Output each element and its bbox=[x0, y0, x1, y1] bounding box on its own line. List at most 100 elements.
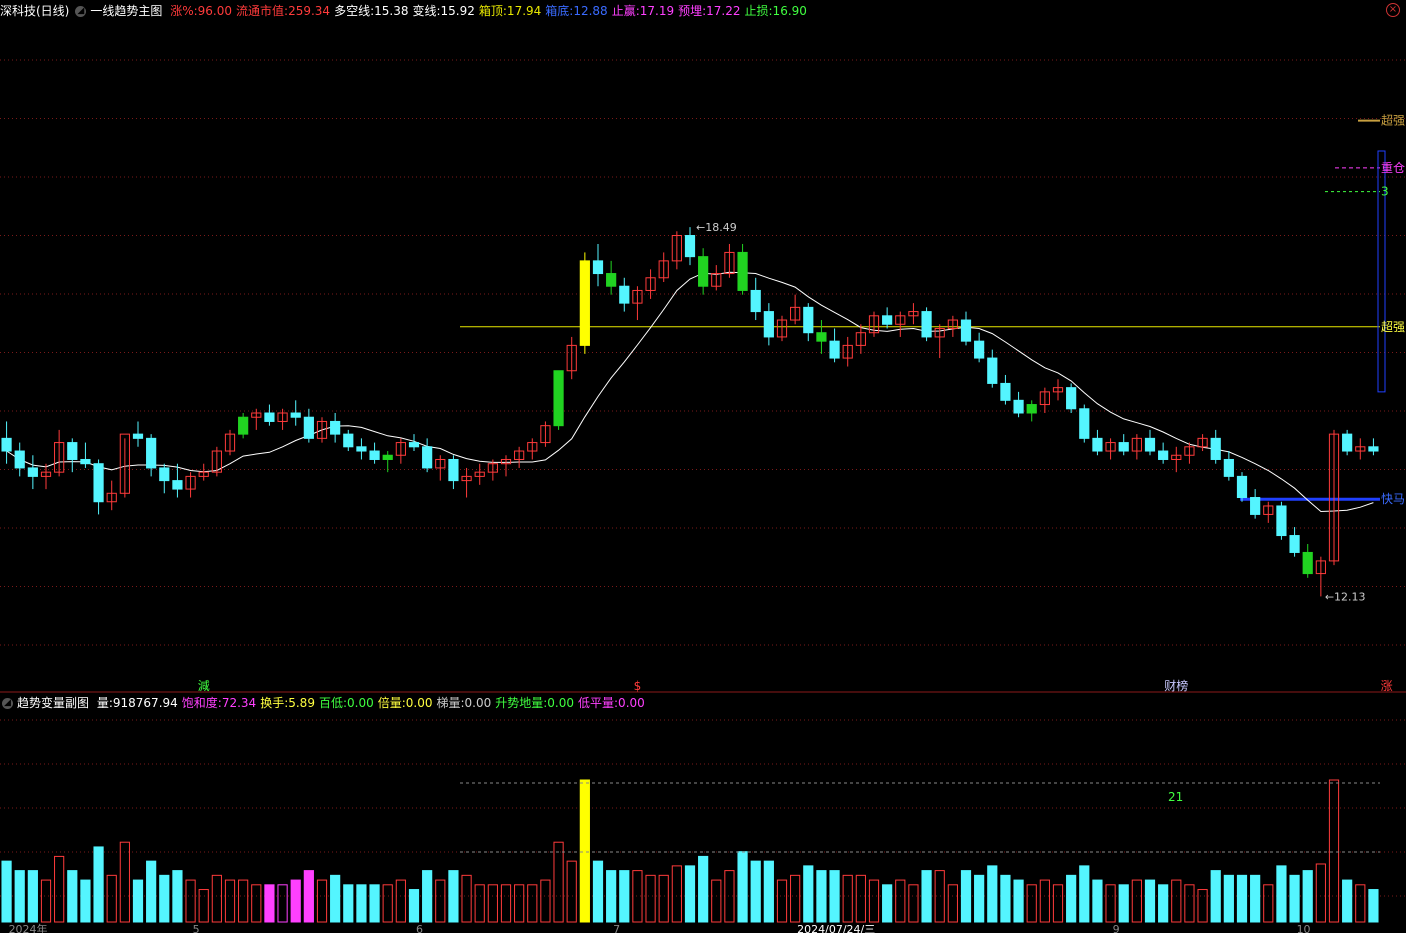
candle-body bbox=[290, 412, 301, 418]
volume-bar bbox=[185, 879, 196, 923]
sub-header-field: 饱和度:72.34 bbox=[181, 696, 257, 710]
candle-body bbox=[1092, 437, 1103, 452]
volume-bar bbox=[645, 874, 656, 923]
volume-bar bbox=[1315, 863, 1326, 923]
toggle-icon[interactable]: ◢ bbox=[2, 698, 13, 709]
high-price-label: ←18.49 bbox=[696, 221, 737, 234]
candle-body bbox=[172, 480, 183, 490]
volume-bar bbox=[343, 884, 354, 923]
candle-body bbox=[1000, 382, 1011, 401]
main-header: 深科技(日线) ◢ 一线趋势主图 涨%:96.00 流通市值:259.34 多空线:15… bbox=[0, 2, 815, 20]
signal-tag: 減 bbox=[198, 678, 210, 693]
volume-bar bbox=[790, 874, 801, 923]
volume-bar bbox=[93, 846, 104, 923]
candle-body bbox=[1302, 551, 1313, 575]
low-price-label: ←12.13 bbox=[1325, 590, 1366, 603]
date-axis-label: 2024年 bbox=[9, 922, 48, 933]
candle-body bbox=[1250, 497, 1261, 515]
volume-bar bbox=[816, 870, 827, 923]
close-icon[interactable]: × bbox=[1386, 3, 1400, 17]
candle-body bbox=[146, 437, 157, 469]
volume-bar bbox=[527, 884, 538, 923]
volume-bar bbox=[592, 860, 604, 923]
candle-body bbox=[553, 370, 564, 427]
volume-bar bbox=[369, 884, 380, 923]
volume-bar bbox=[14, 870, 25, 923]
volume-bar bbox=[1026, 884, 1037, 923]
volume-bar bbox=[1144, 879, 1156, 923]
candle-body bbox=[264, 412, 275, 422]
volume-bar bbox=[159, 874, 170, 923]
stock-name[interactable]: 深科技(日线) bbox=[0, 4, 69, 18]
right-level-label: 重仓 bbox=[1381, 161, 1405, 175]
candle-body bbox=[1236, 475, 1248, 499]
volume-bar bbox=[1328, 779, 1340, 923]
volume-bar bbox=[619, 870, 630, 923]
volume-bar bbox=[1197, 889, 1208, 923]
volume-bar bbox=[1263, 884, 1274, 923]
volume-bar bbox=[763, 860, 774, 923]
volume-bar bbox=[1039, 879, 1050, 923]
volume-bar bbox=[132, 879, 144, 923]
volume-bar bbox=[303, 870, 314, 923]
right-level-label: 超强 bbox=[1381, 113, 1405, 128]
sub-header-field: 百低:0.00 bbox=[318, 696, 374, 710]
volume-bar bbox=[606, 870, 617, 923]
candle-body bbox=[303, 416, 314, 439]
volume-bar bbox=[1355, 884, 1366, 923]
candle-body bbox=[987, 357, 998, 384]
candle-body bbox=[960, 319, 972, 342]
candle-body bbox=[606, 273, 617, 287]
volume-bar bbox=[579, 779, 590, 923]
candle-body bbox=[1342, 433, 1353, 452]
volume-bar bbox=[974, 874, 985, 923]
candle-body bbox=[1276, 505, 1287, 537]
volume-bar bbox=[500, 884, 512, 923]
sub-header-field: 倍量:0.00 bbox=[377, 696, 433, 710]
candle-body bbox=[408, 442, 420, 448]
candle-body bbox=[1210, 437, 1221, 460]
right-level-label: 快马 bbox=[1381, 492, 1405, 506]
volume-bar bbox=[698, 855, 709, 923]
volume-bar bbox=[1289, 874, 1300, 923]
sub-header-field: 低平量:0.00 bbox=[578, 696, 645, 710]
volume-bar bbox=[1368, 889, 1379, 923]
candle-body bbox=[67, 442, 78, 460]
volume-bar bbox=[1000, 874, 1011, 923]
sub-header: ◢ 趋势变量副图 量:918767.94 饱和度:72.34 换手:5.89 百低:0.… bbox=[0, 694, 653, 712]
volume-bar bbox=[198, 889, 209, 923]
volume-bar bbox=[987, 865, 998, 923]
candle-body bbox=[330, 420, 341, 435]
candle-body bbox=[132, 433, 144, 439]
volume-bar bbox=[316, 879, 328, 923]
candle-body bbox=[1158, 450, 1169, 460]
volume-bar bbox=[251, 884, 262, 923]
volume-bar bbox=[908, 884, 919, 923]
volume-bar bbox=[1131, 879, 1142, 923]
volume-bar bbox=[1236, 874, 1248, 923]
toggle-icon[interactable]: ◢ bbox=[75, 6, 87, 17]
sub-indicator-name[interactable]: 趋势变量副图 bbox=[17, 696, 89, 710]
candle-body bbox=[829, 340, 840, 359]
candle-body bbox=[422, 446, 433, 469]
volume-bar bbox=[1118, 884, 1129, 923]
candle-body bbox=[448, 458, 459, 482]
main-header-field: 涨%:96.00 bbox=[170, 4, 233, 18]
sub-header-field: 量:918767.94 bbox=[96, 696, 178, 710]
candle-body bbox=[369, 450, 380, 460]
main-header-field: 流通市值:259.34 bbox=[236, 4, 331, 18]
volume-bar bbox=[750, 860, 761, 923]
candle-body bbox=[1026, 404, 1037, 414]
main-indicator-name[interactable]: 一线趋势主图 bbox=[90, 4, 162, 18]
stock-chart[interactable]: ←18.49←12.13超强重仓3超强快马減 $ 财榜 涨212024年 5 6 7 2024… bbox=[0, 0, 1406, 933]
volume-bar bbox=[461, 874, 472, 923]
candle-body bbox=[737, 251, 748, 291]
volume-bar bbox=[1013, 879, 1024, 923]
date-axis-label: 5 bbox=[193, 923, 200, 933]
volume-bar bbox=[1092, 879, 1103, 923]
candle-body bbox=[14, 450, 25, 469]
candle-body bbox=[1144, 437, 1156, 452]
candle-body bbox=[579, 260, 590, 346]
volume-bar bbox=[868, 879, 880, 923]
date-axis-label: 9 bbox=[1113, 923, 1120, 933]
